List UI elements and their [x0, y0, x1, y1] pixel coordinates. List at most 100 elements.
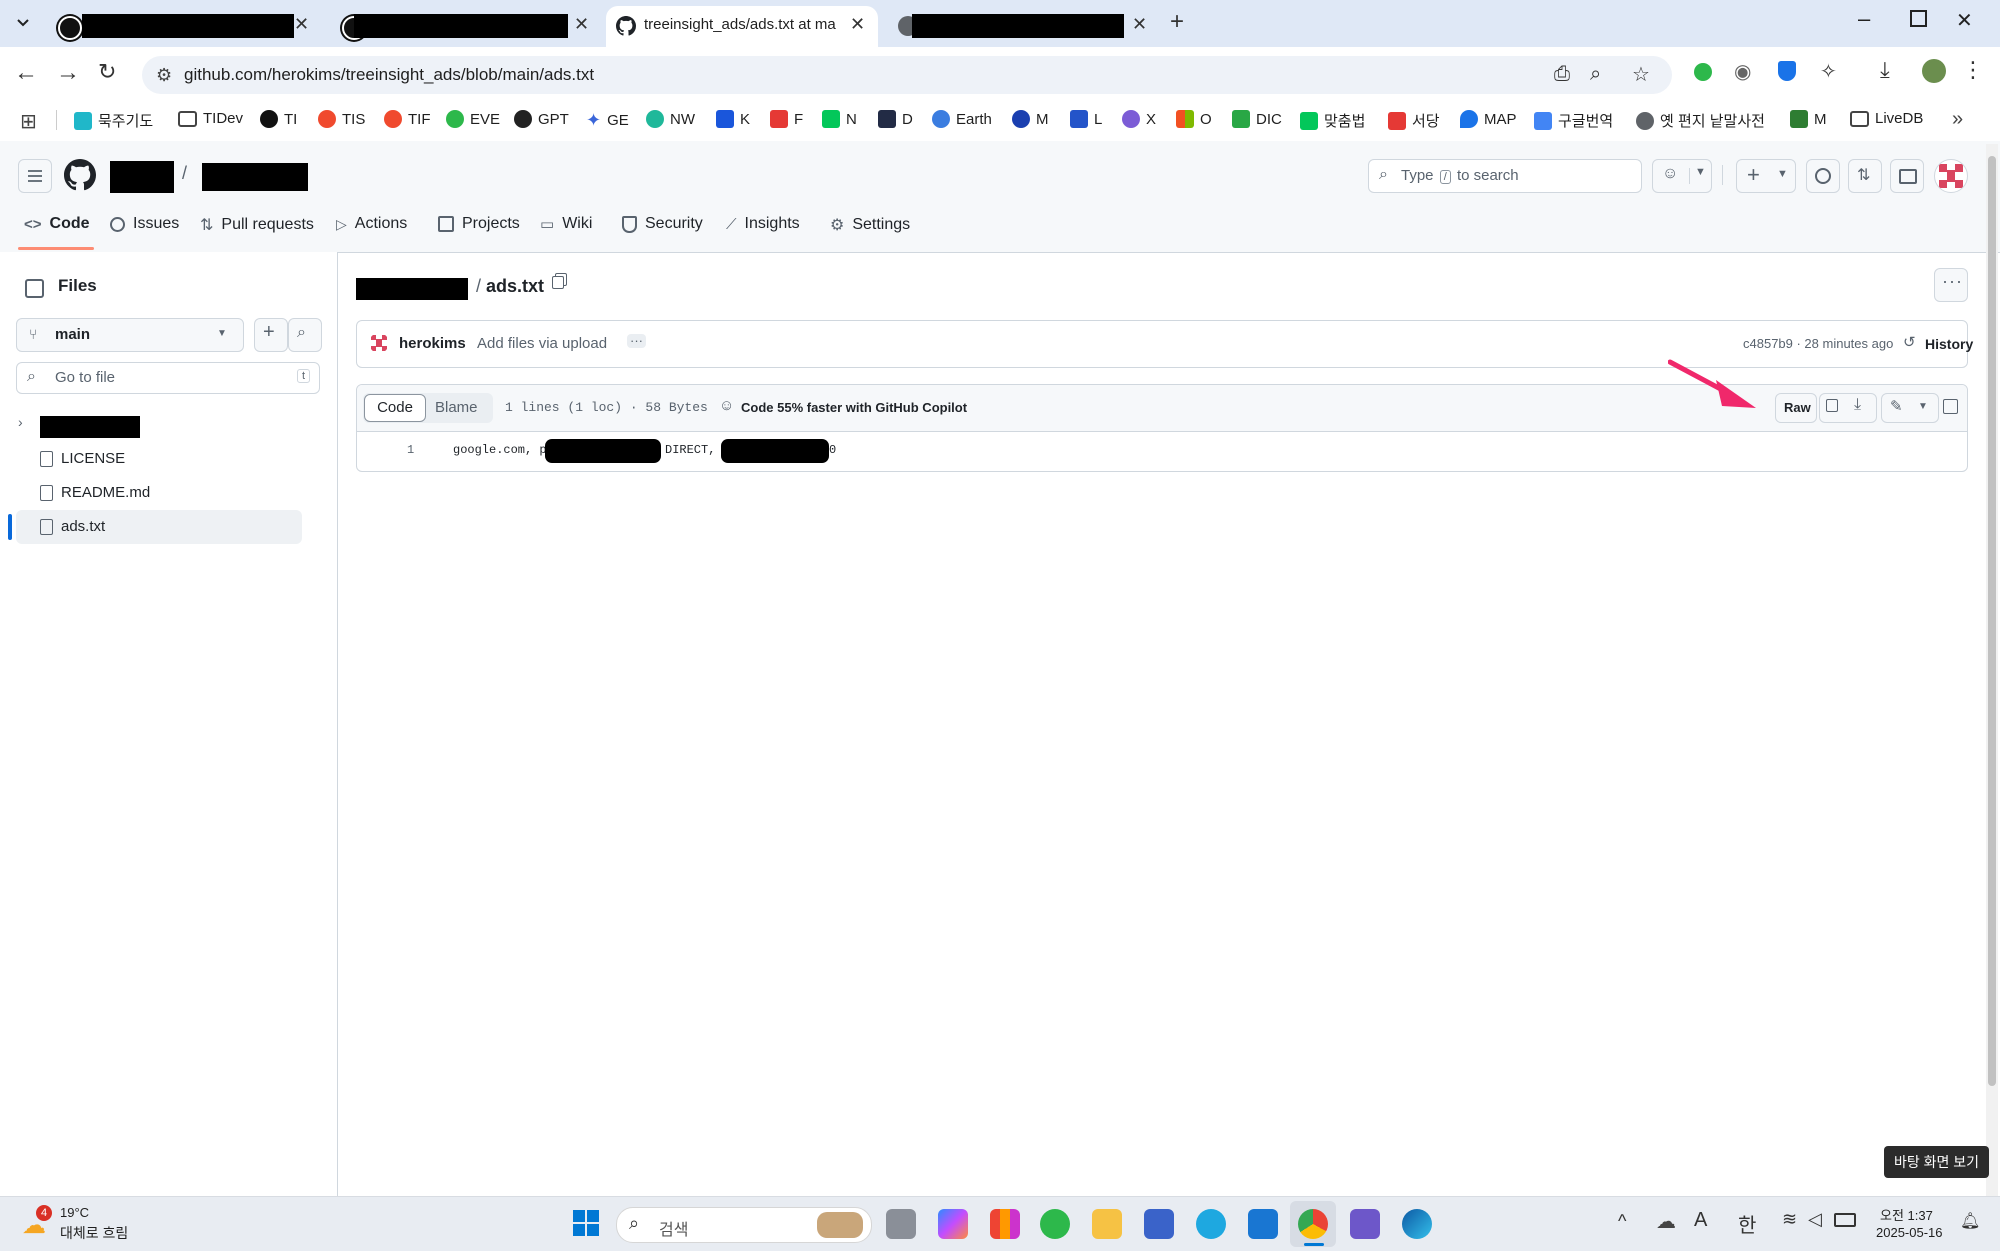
bookmark-item[interactable]: K: [716, 110, 750, 128]
reload-icon[interactable]: ↻: [98, 59, 116, 85]
tab-settings[interactable]: ⚙ Settings: [830, 215, 910, 235]
new-tab-button[interactable]: +: [1170, 8, 1184, 36]
scrollbar-thumb[interactable]: [1988, 156, 1996, 1086]
pull-requests-button[interactable]: ⇅: [1848, 159, 1882, 193]
apps-grid-icon[interactable]: ⊞: [20, 109, 37, 134]
bookmark-item[interactable]: Earth: [932, 110, 992, 128]
copy-icon[interactable]: [1826, 399, 1838, 412]
raw-button[interactable]: Raw: [1775, 393, 1817, 423]
bookmark-item[interactable]: NW: [646, 110, 695, 128]
bookmark-item[interactable]: TIS: [318, 110, 365, 128]
window-close-icon[interactable]: ✕: [1956, 8, 1973, 33]
search-input[interactable]: ⌕ Type / to search: [1368, 159, 1642, 193]
copilot-promo-link[interactable]: Code 55% faster with GitHub Copilot: [741, 400, 967, 415]
bookmark-item[interactable]: O: [1176, 110, 1212, 128]
bookmark-item[interactable]: 서당: [1388, 110, 1440, 131]
restore-icon[interactable]: [1910, 10, 1927, 27]
redacted-folder[interactable]: [40, 416, 140, 438]
browser-tab-active[interactable]: treeinsight_ads/ads.txt at main ✕: [606, 6, 878, 47]
tab-pull-requests[interactable]: ⇅ Pull requests: [200, 215, 314, 235]
branch-selector-button[interactable]: ⑂ main ▼: [16, 318, 244, 352]
issues-button[interactable]: [1806, 159, 1840, 193]
ime-mode-han[interactable]: 한: [1738, 1209, 1756, 1238]
bookmark-item[interactable]: MAP: [1460, 110, 1517, 128]
copy-path-icon[interactable]: [552, 276, 564, 289]
weather-widget[interactable]: ☁ 4: [20, 1205, 54, 1239]
battery-icon[interactable]: [1834, 1213, 1856, 1227]
browser-menu-icon[interactable]: ⋮: [1962, 57, 1984, 83]
author-avatar[interactable]: [369, 333, 389, 353]
zoom-icon[interactable]: ⌕: [1590, 63, 1601, 86]
ime-mode-a[interactable]: A: [1694, 1209, 1707, 1232]
chevron-down-icon[interactable]: ▼: [1695, 166, 1706, 178]
collapse-sidebar-button[interactable]: [18, 272, 50, 304]
edge-app-icon[interactable]: [1402, 1209, 1432, 1239]
tab-issues[interactable]: Issues: [110, 215, 179, 233]
bookmark-item[interactable]: 옛 편지 낱말사전: [1636, 110, 1765, 131]
weather-description[interactable]: 대체로 흐림: [60, 1223, 128, 1243]
clock-date[interactable]: 2025-05-16: [1876, 1225, 1943, 1240]
go-to-file-input[interactable]: ⌕ Go to file t: [16, 362, 320, 394]
file-item-ads-txt[interactable]: ads.txt: [40, 518, 105, 535]
profile-avatar[interactable]: [1922, 59, 1946, 83]
install-app-icon[interactable]: ⎙: [1554, 63, 1570, 86]
shield-extension-icon[interactable]: [1778, 61, 1796, 81]
copilot-button[interactable]: ☺ ▼: [1652, 159, 1712, 193]
search-files-button[interactable]: ⌕: [288, 318, 322, 352]
url-bar[interactable]: ⚙ github.com/herokims/treeinsight_ads/bl…: [142, 56, 1672, 94]
browser-tab-4[interactable]: ✕: [886, 6, 1156, 47]
copilot-app-icon[interactable]: [938, 1209, 968, 1239]
download-icon[interactable]: ⤓: [1854, 396, 1861, 414]
site-info-icon[interactable]: ⚙: [156, 65, 172, 86]
pencil-icon[interactable]: ✎: [1890, 397, 1903, 415]
tab-actions[interactable]: ▷ Actions: [336, 215, 407, 233]
bookmark-item[interactable]: 묵주기도: [74, 110, 153, 131]
bookmark-item[interactable]: D: [878, 110, 913, 128]
chevron-right-icon[interactable]: ›: [18, 414, 23, 430]
bookmark-item[interactable]: N: [822, 110, 857, 128]
bookmark-item[interactable]: LiveDB: [1850, 110, 1923, 127]
bookmark-item[interactable]: F: [770, 110, 803, 128]
tab-close-icon[interactable]: ✕: [1132, 14, 1147, 35]
wifi-icon[interactable]: ≋: [1782, 1209, 1797, 1230]
chrome-app-icon[interactable]: [1298, 1209, 1328, 1239]
create-new-button[interactable]: + ▼: [1736, 159, 1796, 193]
camera-extension-icon[interactable]: ◉: [1734, 59, 1751, 84]
save-app-icon[interactable]: [1144, 1209, 1174, 1239]
blame-view-button[interactable]: Blame: [435, 399, 478, 416]
app-icon[interactable]: [1248, 1209, 1278, 1239]
url-text[interactable]: github.com/herokims/treeinsight_ads/blob…: [184, 65, 594, 85]
bookmark-item[interactable]: M: [1790, 110, 1827, 128]
notification-bell-icon[interactable]: 🔔︎: [1960, 1211, 1980, 1231]
task-view-icon[interactable]: [886, 1209, 916, 1239]
bookmark-item[interactable]: EVE: [446, 110, 500, 128]
history-link[interactable]: History: [1925, 336, 1973, 352]
bookmark-item[interactable]: 구글번역: [1534, 110, 1613, 131]
bookmark-item[interactable]: X: [1122, 110, 1156, 128]
redacted-owner-name[interactable]: [110, 161, 174, 193]
code-view-button[interactable]: Code: [364, 394, 426, 422]
bookmark-item[interactable]: TIF: [384, 110, 431, 128]
page-scrollbar[interactable]: [1986, 144, 1998, 1196]
inbox-button[interactable]: [1890, 159, 1924, 193]
bookmark-item[interactable]: TI: [260, 110, 297, 128]
clock-time[interactable]: 오전 1:37: [1880, 1205, 1933, 1224]
commit-meta[interactable]: c4857b9 · 28 minutes ago: [1743, 336, 1893, 351]
onedrive-icon[interactable]: ☁: [1656, 1209, 1676, 1234]
tab-wiki[interactable]: ▭ Wiki: [540, 215, 592, 233]
evernote-extension-icon[interactable]: [1694, 63, 1712, 81]
file-explorer-icon[interactable]: [1092, 1209, 1122, 1239]
tab-projects[interactable]: Projects: [438, 215, 520, 233]
tab-security[interactable]: Security: [622, 215, 703, 233]
commit-author[interactable]: herokims: [399, 335, 466, 352]
tab-insights[interactable]: ⟋ Insights: [726, 215, 800, 233]
file-item-license[interactable]: LICENSE: [40, 450, 125, 467]
start-button[interactable]: [572, 1209, 600, 1237]
evernote-app-icon[interactable]: [1040, 1209, 1070, 1239]
file-item-readme[interactable]: README.md: [40, 484, 150, 501]
add-file-button[interactable]: +: [254, 318, 288, 352]
volume-icon[interactable]: ◁: [1808, 1209, 1822, 1230]
symbols-panel-button[interactable]: [1941, 393, 1967, 421]
minimize-icon[interactable]: –: [1858, 6, 1870, 32]
app-icon[interactable]: [1196, 1209, 1226, 1239]
